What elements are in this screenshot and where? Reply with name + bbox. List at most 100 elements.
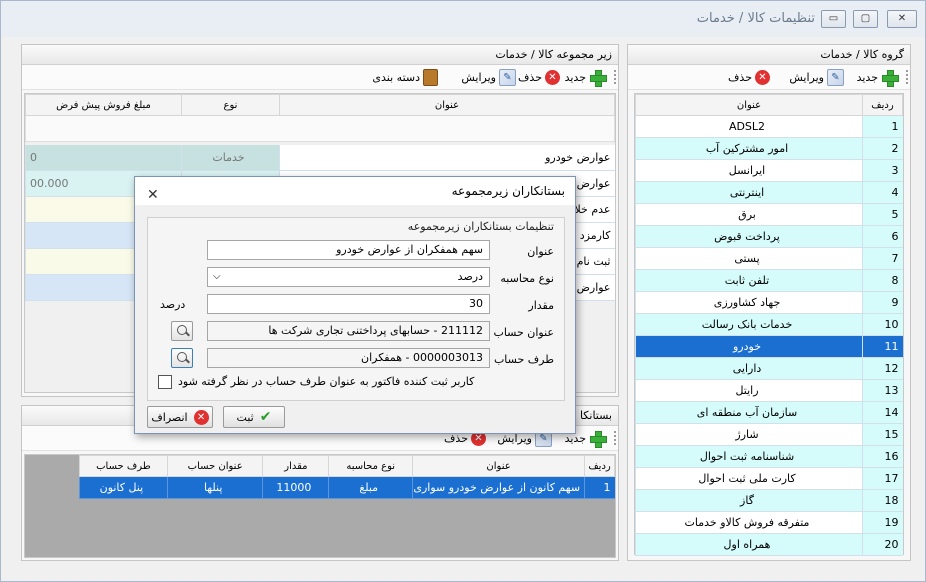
col-party[interactable]: طرف حساب (79, 455, 168, 477)
row-title[interactable]: متفرقه فروش کالاو خدمات (635, 511, 863, 534)
row-title[interactable]: پستی (635, 247, 863, 270)
table-row[interactable]: 12 دارایی (635, 357, 903, 380)
table-row[interactable]: 13 رایتل (635, 379, 903, 402)
row-number[interactable]: 5 (862, 203, 903, 226)
party-search-icon[interactable] (171, 348, 193, 368)
row-title[interactable]: برق (635, 203, 863, 226)
row-number[interactable]: 3 (862, 159, 903, 182)
table-row[interactable]: 3 ایرانسل (635, 159, 903, 182)
cell-calc[interactable]: مبلغ (328, 476, 413, 499)
table-row[interactable]: عوارض خودرو خدمات 0 (25, 144, 615, 171)
table-row[interactable]: 10 خدمات بانک رسالت (635, 313, 903, 336)
sub-category-button[interactable]: دسته بندی (372, 68, 438, 86)
row-price[interactable]: 0 (25, 144, 182, 171)
col-row[interactable]: ردیف (584, 455, 615, 477)
cell-acc[interactable]: پنلها (166, 476, 263, 499)
row-title[interactable]: تلفن ثابت (635, 269, 863, 292)
toolbar-grip-icon[interactable] (614, 70, 616, 84)
toolbar-grip-icon[interactable] (906, 70, 908, 84)
col-title[interactable]: عنوان (279, 94, 615, 116)
table-row[interactable]: 18 گاز (635, 489, 903, 512)
dialog-close-icon[interactable]: ✕ (147, 181, 159, 209)
group-delete-button[interactable]: ✕ حذف (728, 68, 770, 86)
row-title[interactable]: جهاد کشاورزی (635, 291, 863, 314)
table-row[interactable]: 19 متفرقه فروش کالاو خدمات (635, 511, 903, 534)
row-title[interactable]: همراه اول (635, 533, 863, 556)
table-row[interactable]: 6 پرداخت قبوض (635, 225, 903, 248)
toolbar-grip-icon[interactable] (614, 431, 616, 445)
maximize-button[interactable]: ▢ (853, 10, 878, 28)
row-number[interactable]: 9 (862, 291, 903, 314)
row-number[interactable]: 7 (862, 247, 903, 270)
col-row[interactable]: ردیف (862, 94, 903, 116)
row-number[interactable]: 12 (862, 357, 903, 380)
row-title[interactable]: عوارض خودرو (279, 144, 615, 171)
row-number[interactable]: 8 (862, 269, 903, 292)
row-number[interactable]: 20 (862, 533, 903, 556)
sub-delete-button[interactable]: ✕ حذف (518, 68, 560, 86)
invoice-user-checkbox[interactable] (158, 375, 172, 389)
col-title[interactable]: عنوان (635, 94, 863, 116)
table-row[interactable]: 14 سازمان آب منطقه ای (635, 401, 903, 424)
row-title[interactable]: ایرانسل (635, 159, 863, 182)
row-number[interactable]: 18 (862, 489, 903, 512)
table-row[interactable]: 1 ADSL2 (635, 115, 903, 138)
group-add-button[interactable]: جدید (857, 68, 899, 87)
table-row[interactable]: 11 خودرو (635, 335, 903, 358)
col-account[interactable]: عنوان حساب (166, 455, 264, 477)
account-field[interactable]: 211112 - حسابهای پرداختنی تجاری شرکت ها (207, 321, 490, 341)
row-title[interactable]: کارت ملی ثبت احوال (635, 467, 863, 490)
table-row[interactable]: 7 پستی (635, 247, 903, 270)
cell-row[interactable]: 1 (584, 476, 615, 499)
row-title[interactable]: پرداخت قبوض (635, 225, 863, 248)
save-button[interactable]: ✔ ثبت (223, 406, 285, 428)
table-row[interactable]: 17 کارت ملی ثبت احوال (635, 467, 903, 490)
row-title[interactable]: اینترنتی (635, 181, 863, 204)
row-title[interactable]: شناسنامه ثبت احوال (635, 445, 863, 468)
table-row[interactable]: 16 شناسنامه ثبت احوال (635, 445, 903, 468)
table-row[interactable]: 8 تلفن ثابت (635, 269, 903, 292)
cell-title[interactable]: سهم کانون از عوارض خودرو سواری (412, 476, 585, 499)
row-title[interactable]: شارژ (635, 423, 863, 446)
sub-add-button[interactable]: جدید (565, 68, 607, 87)
row-title[interactable]: رایتل (635, 379, 863, 402)
row-title[interactable]: گاز (635, 489, 863, 512)
col-amount[interactable]: مقدار (262, 455, 330, 477)
group-edit-button[interactable]: ✎ ویرایش (789, 68, 844, 86)
row-number[interactable]: 11 (862, 335, 903, 358)
sub-edit-button[interactable]: ✎ ویرایش (461, 68, 516, 86)
row-number[interactable]: 1 (862, 115, 903, 138)
col-price[interactable]: مبلغ فروش پیش فرض (25, 94, 182, 116)
row-title[interactable]: خودرو (635, 335, 863, 358)
row-number[interactable]: 13 (862, 379, 903, 402)
row-number[interactable]: 14 (862, 401, 903, 424)
chevron-down-icon[interactable]: ⌵ (213, 268, 221, 286)
calc-type-select[interactable]: درصد ⌵ (207, 267, 490, 287)
row-type[interactable]: خدمات (181, 144, 280, 171)
row-number[interactable]: 19 (862, 511, 903, 534)
party-field[interactable]: 0000003013 - همفکران (207, 348, 490, 368)
table-row[interactable]: 20 همراه اول (635, 533, 903, 556)
table-row[interactable]: 4 اینترنتی (635, 181, 903, 204)
amount-input[interactable]: 30 (207, 294, 490, 314)
row-number[interactable]: 17 (862, 467, 903, 490)
row-title[interactable]: سازمان آب منطقه ای (635, 401, 863, 424)
row-number[interactable]: 15 (862, 423, 903, 446)
row-title[interactable]: خدمات بانک رسالت (635, 313, 863, 336)
row-number[interactable]: 10 (862, 313, 903, 336)
row-title[interactable]: ADSL2 (635, 115, 863, 138)
account-search-icon[interactable] (171, 321, 193, 341)
row-number[interactable]: 16 (862, 445, 903, 468)
cell-party[interactable]: پنل کانون (79, 476, 168, 499)
row-number[interactable]: 6 (862, 225, 903, 248)
title-input[interactable]: سهم همفکران از عوارض خودرو (207, 240, 490, 260)
table-row[interactable]: 15 شارژ (635, 423, 903, 446)
minimize-button[interactable]: ▭ (821, 10, 846, 28)
col-title[interactable]: عنوان (412, 455, 586, 477)
close-button[interactable]: ✕ (887, 10, 917, 28)
col-type[interactable]: نوع (181, 94, 280, 116)
row-title[interactable]: دارایی (635, 357, 863, 380)
table-row[interactable]: 5 برق (635, 203, 903, 226)
row-title[interactable]: امور مشترکین آب (635, 137, 863, 160)
table-row[interactable]: 1 سهم کانون از عوارض خودرو سواری مبلغ 11000… (79, 476, 615, 499)
